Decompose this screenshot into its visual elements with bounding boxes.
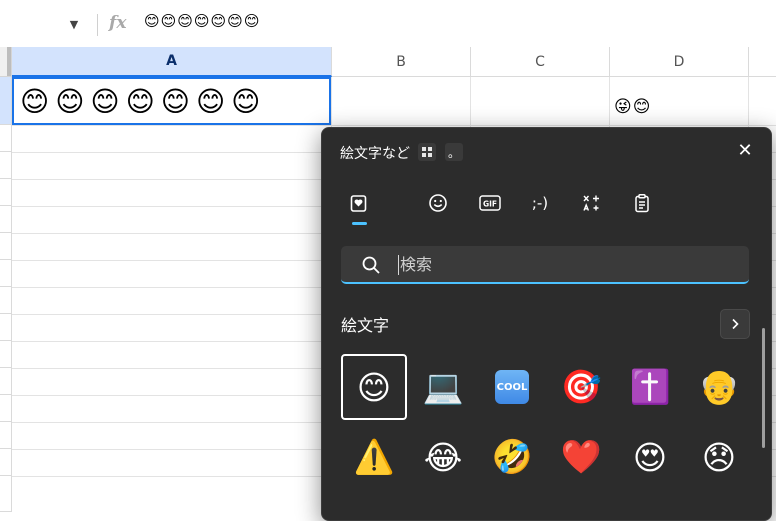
- panel-scrollbar[interactable]: [762, 328, 765, 448]
- emoji-old-man[interactable]: 👴: [686, 354, 752, 420]
- row-header-14[interactable]: [0, 449, 12, 476]
- emoji-cross[interactable]: ✝️: [617, 354, 683, 420]
- caret-down-icon[interactable]: ▼: [62, 14, 86, 34]
- search-input[interactable]: [400, 250, 720, 278]
- row-header-1[interactable]: [0, 77, 12, 125]
- symbols-icon[interactable]: [574, 186, 608, 220]
- row-header-7[interactable]: [0, 260, 12, 287]
- emoji-disappointed[interactable]: 😞: [686, 424, 752, 490]
- formula-input[interactable]: 😊😊😊😊😊😊😊: [144, 12, 260, 30]
- emoji-red-heart[interactable]: ❤️: [548, 424, 614, 490]
- emoji-smiling-face[interactable]: 😊: [341, 354, 407, 420]
- cool-button-label: COOL: [495, 370, 529, 404]
- heart-clipboard-icon[interactable]: [342, 186, 376, 220]
- text-caret: [398, 255, 399, 275]
- gif-icon[interactable]: GIF: [473, 186, 507, 220]
- formula-bar: ▼ fx 😊😊😊😊😊😊😊: [0, 0, 776, 48]
- period-button[interactable]: 。: [445, 143, 463, 161]
- column-header-e[interactable]: [749, 47, 776, 77]
- row-header-6[interactable]: [0, 233, 12, 260]
- chevron-right-icon[interactable]: [720, 309, 750, 339]
- smiley-icon[interactable]: [421, 186, 455, 220]
- cell-d1[interactable]: 😜😊: [614, 97, 651, 117]
- row-gridline: [12, 125, 776, 126]
- emoji-laptop[interactable]: 💻: [410, 354, 476, 420]
- clipboard-icon[interactable]: [625, 186, 659, 220]
- fx-icon: fx: [109, 13, 127, 33]
- emoji-tears-of-joy[interactable]: 😂: [410, 424, 476, 490]
- row-header-15[interactable]: [0, 476, 12, 512]
- active-tab-indicator: [352, 222, 367, 225]
- row-header-3[interactable]: [0, 152, 12, 179]
- emoji-heart-eyes[interactable]: 😍: [617, 424, 683, 490]
- column-header-b[interactable]: B: [332, 47, 471, 77]
- row-header-5[interactable]: [0, 206, 12, 233]
- emoji-panel: 絵文字など 。 ✕ GIF ;-) 検索 絵文字 😊 💻 COOL 🎯 ✝️ 👴…: [321, 127, 772, 521]
- row-header-11[interactable]: [0, 368, 12, 395]
- svg-text:GIF: GIF: [483, 200, 497, 209]
- emoji-cool[interactable]: COOL: [479, 354, 545, 420]
- row-header-13[interactable]: [0, 422, 12, 449]
- search-box[interactable]: [341, 246, 749, 284]
- row-header-10[interactable]: [0, 341, 12, 368]
- column-header-c[interactable]: C: [471, 47, 610, 77]
- emoji-warning[interactable]: ⚠️: [341, 424, 407, 490]
- select-all-corner[interactable]: [0, 47, 12, 77]
- row-header-9[interactable]: [0, 314, 12, 341]
- column-header-a[interactable]: A: [12, 47, 332, 77]
- search-icon: [361, 255, 381, 279]
- panel-title: 絵文字など: [340, 146, 410, 162]
- row-header-8[interactable]: [0, 287, 12, 314]
- kaomoji-icon[interactable]: ;-): [523, 186, 557, 220]
- row-header-4[interactable]: [0, 179, 12, 206]
- cell-a1[interactable]: 😊😊😊😊😊😊😊: [12, 77, 331, 125]
- grid-layout-icon[interactable]: [418, 143, 436, 161]
- emoji-target[interactable]: 🎯: [548, 354, 614, 420]
- close-icon[interactable]: ✕: [731, 136, 759, 164]
- formula-bar-divider: [97, 14, 98, 36]
- row-header-2[interactable]: [0, 125, 12, 152]
- section-title: 絵文字: [341, 316, 390, 335]
- emoji-rolling-laughing[interactable]: 🤣: [479, 424, 545, 490]
- row-header-12[interactable]: [0, 395, 12, 422]
- column-header-d[interactable]: D: [610, 47, 749, 77]
